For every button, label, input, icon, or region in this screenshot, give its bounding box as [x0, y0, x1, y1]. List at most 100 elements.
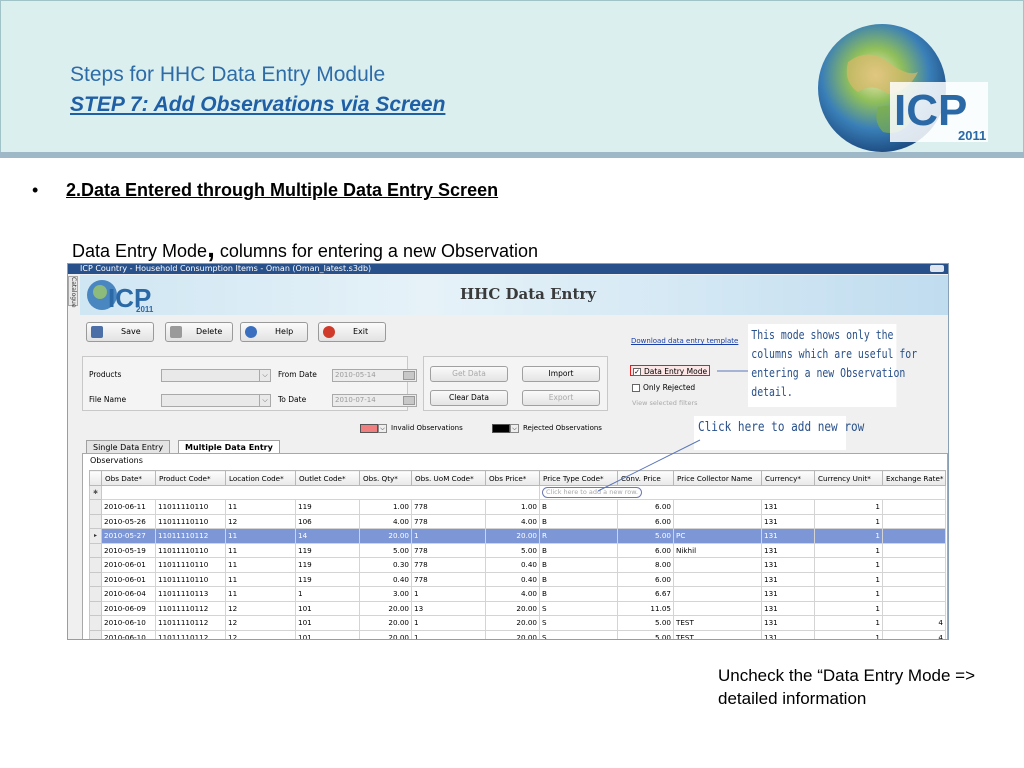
new-row-spacer[interactable]	[101, 485, 540, 500]
table-cell[interactable]: 1	[814, 600, 883, 616]
table-cell[interactable]: 778	[411, 571, 486, 587]
table-cell[interactable]: 1	[814, 528, 883, 544]
table-cell[interactable]: 131	[761, 542, 815, 558]
table-cell[interactable]	[882, 499, 946, 515]
table-cell[interactable]: S	[539, 600, 618, 616]
table-cell[interactable]: 119	[295, 542, 360, 558]
table-cell[interactable]: 2010-05-26	[101, 513, 156, 529]
table-cell[interactable]: TEST	[673, 629, 762, 639]
table-cell[interactable]: 131	[761, 528, 815, 544]
table-cell[interactable]	[882, 600, 946, 616]
table-cell[interactable]: 1	[814, 615, 883, 631]
table-cell[interactable]: 778	[411, 542, 486, 558]
table-cell[interactable]: 131	[761, 513, 815, 529]
table-cell[interactable]: 101	[295, 615, 360, 631]
table-cell[interactable]: Nikhil	[673, 542, 762, 558]
table-cell[interactable]: 5.00	[617, 615, 674, 631]
table-cell[interactable]: S	[539, 615, 618, 631]
table-cell[interactable]: 13	[411, 600, 486, 616]
table-cell[interactable]: B	[539, 542, 618, 558]
chevron-down-icon[interactable]: ⌵	[510, 423, 519, 433]
invalid-color-swatch[interactable]	[360, 423, 378, 433]
catalogue-side-tab[interactable]: Catalogue	[68, 276, 78, 308]
table-cell[interactable]: 11011110110	[155, 571, 226, 587]
table-cell[interactable]: 1	[411, 615, 486, 631]
table-cell[interactable]: 131	[761, 571, 815, 587]
table-cell[interactable]: 14	[295, 528, 360, 544]
table-cell[interactable]: 4.00	[485, 513, 540, 529]
table-row[interactable]: ▸ 2010-05-27 11011110112 11 14 20.00 1 20.00 R 5.…	[89, 528, 946, 544]
table-cell[interactable]: 5.00	[359, 542, 412, 558]
data-entry-mode-checkbox[interactable]: ✓ Data Entry Mode	[630, 365, 711, 376]
table-row[interactable]: 2010-05-26 11011110110 12 106 4.00 778 4.00 B 6.…	[89, 513, 946, 529]
column-header[interactable]: Obs. UoM Code*	[411, 470, 486, 486]
row-selector[interactable]	[89, 571, 102, 587]
table-cell[interactable]: 119	[295, 571, 360, 587]
table-row[interactable]: 2010-06-09 11011110112 12 101 20.00 13 20.00 S 1…	[89, 600, 946, 616]
new-row[interactable]: ✱ Click here to add a new row.	[89, 485, 946, 500]
row-selector[interactable]	[89, 542, 102, 558]
table-cell[interactable]: 1	[411, 586, 486, 602]
table-cell[interactable]: 1	[411, 528, 486, 544]
get-data-button[interactable]: Get Data	[430, 366, 508, 382]
new-row-hint-cell[interactable]: Click here to add a new row.	[539, 485, 946, 500]
table-cell[interactable]: 119	[295, 557, 360, 573]
table-cell[interactable]: 11.05	[617, 600, 674, 616]
table-row[interactable]: 2010-06-11 11011110110 11 119 1.00 778 1.00 B 6.…	[89, 499, 946, 515]
table-cell[interactable]: 0.30	[359, 557, 412, 573]
table-cell[interactable]	[673, 557, 762, 573]
table-cell[interactable]: 778	[411, 557, 486, 573]
column-header[interactable]: Currency*	[761, 470, 815, 486]
only-rejected-checkbox[interactable]: Only Rejected	[632, 382, 695, 393]
table-row[interactable]: 2010-05-19 11011110110 11 119 5.00 778 5.00 B 6.…	[89, 542, 946, 558]
table-cell[interactable]: 6.00	[617, 542, 674, 558]
table-cell[interactable]: 1	[814, 513, 883, 529]
table-cell[interactable]: 2010-05-19	[101, 542, 156, 558]
delete-button[interactable]: Delete	[165, 322, 233, 342]
table-cell[interactable]: 20.00	[485, 629, 540, 639]
table-cell[interactable]: 3.00	[359, 586, 412, 602]
column-header[interactable]: Outlet Code*	[295, 470, 360, 486]
table-cell[interactable]: 11011110113	[155, 586, 226, 602]
table-cell[interactable]: 131	[761, 600, 815, 616]
table-cell[interactable]: 11011110110	[155, 542, 226, 558]
table-cell[interactable]: 1	[814, 586, 883, 602]
add-row-hint[interactable]: Click here to add a new row.	[542, 487, 643, 498]
table-cell[interactable]: 20.00	[485, 600, 540, 616]
table-cell[interactable]: 11	[225, 542, 296, 558]
table-cell[interactable]: 131	[761, 499, 815, 515]
exit-button[interactable]: Exit	[318, 322, 386, 342]
table-cell[interactable]: 1.00	[359, 499, 412, 515]
table-cell[interactable]: 6.00	[617, 571, 674, 587]
table-row[interactable]: 2010-06-01 11011110110 11 119 0.30 778 0.40 B 8.…	[89, 557, 946, 573]
tab-single-data-entry[interactable]: Single Data Entry	[86, 440, 171, 454]
table-cell[interactable]: 2010-06-10	[101, 615, 156, 631]
products-select[interactable]: ⌵	[161, 369, 271, 382]
table-cell[interactable]: 131	[761, 615, 815, 631]
table-cell[interactable]: 0.40	[485, 571, 540, 587]
column-header[interactable]: Obs Date*	[101, 470, 156, 486]
table-cell[interactable]: 1	[814, 542, 883, 558]
table-cell[interactable]	[673, 513, 762, 529]
table-cell[interactable]: 1	[814, 499, 883, 515]
column-header[interactable]: Price Collector Name	[673, 470, 762, 486]
import-button[interactable]: Import	[522, 366, 600, 382]
table-cell[interactable]	[882, 542, 946, 558]
table-cell[interactable]: 11011110112	[155, 600, 226, 616]
table-cell[interactable]: 119	[295, 499, 360, 515]
help-button[interactable]: Help	[240, 322, 308, 342]
table-cell[interactable]: 5.00	[617, 528, 674, 544]
table-cell[interactable]: 11	[225, 499, 296, 515]
save-button[interactable]: Save	[86, 322, 154, 342]
table-cell[interactable]: 1.00	[485, 499, 540, 515]
table-cell[interactable]: B	[539, 571, 618, 587]
table-row[interactable]: 2010-06-04 11011110113 11 1 3.00 1 4.00 B 6.67 13…	[89, 586, 946, 602]
file-name-select[interactable]: ⌵	[161, 394, 271, 407]
table-cell[interactable]: B	[539, 586, 618, 602]
table-cell[interactable]: 20.00	[359, 615, 412, 631]
table-cell[interactable]	[882, 513, 946, 529]
table-cell[interactable]: 11011110110	[155, 499, 226, 515]
table-cell[interactable]: 2010-06-09	[101, 600, 156, 616]
table-cell[interactable]: 11	[225, 571, 296, 587]
table-cell[interactable]	[882, 571, 946, 587]
